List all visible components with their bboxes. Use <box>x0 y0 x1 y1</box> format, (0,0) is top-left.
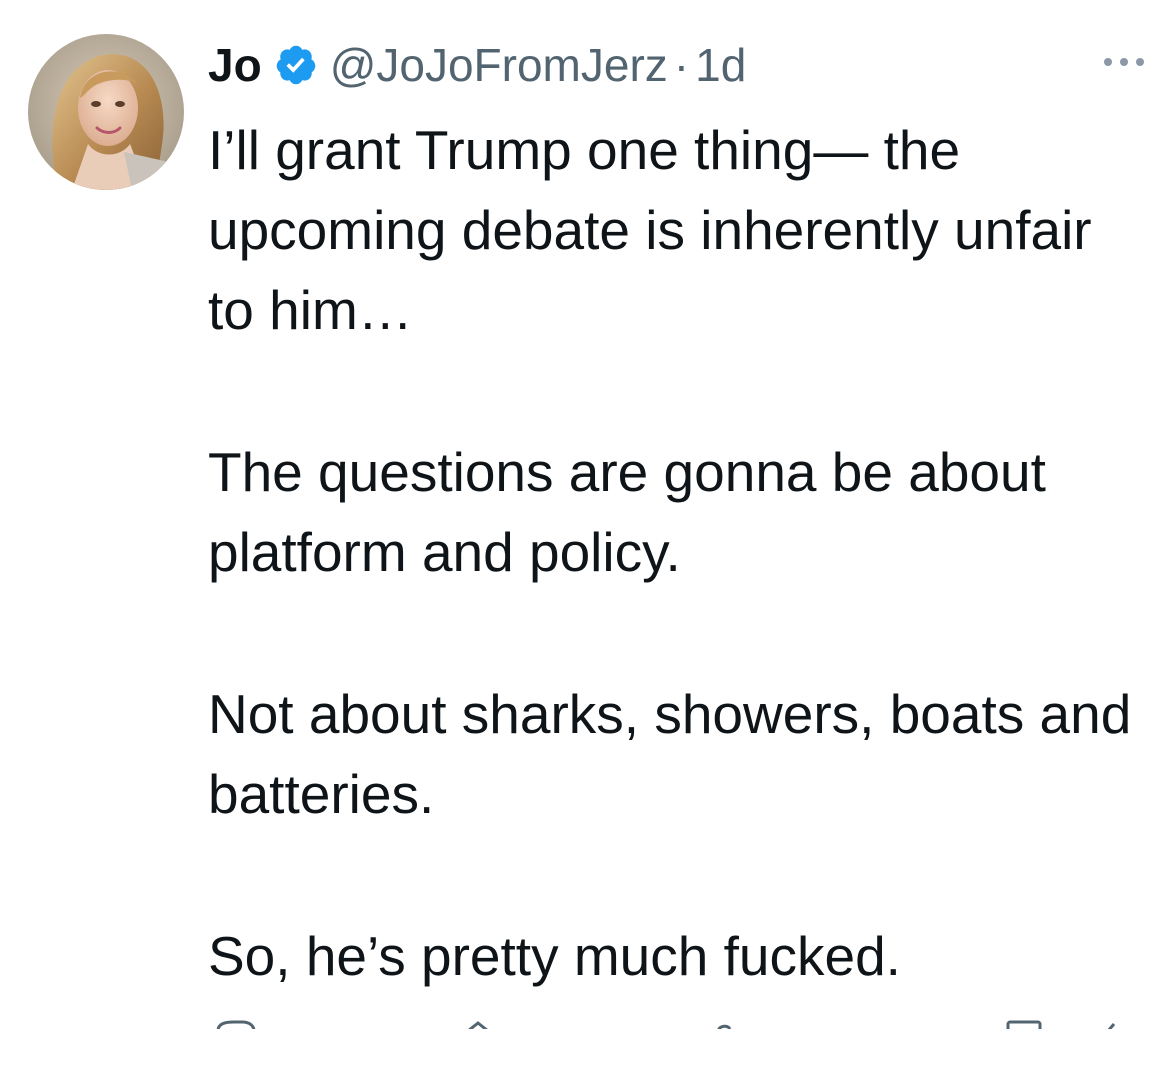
tweet-paragraph: Not about sharks, showers, boats and bat… <box>208 683 1132 825</box>
verified-badge-icon <box>274 43 318 87</box>
author-handle[interactable]: @JoJoFromJerz <box>330 38 668 92</box>
avatar[interactable] <box>28 34 184 190</box>
tweet-paragraph: So, he’s pretty much fucked. <box>208 925 901 987</box>
reply-icon <box>216 1020 256 1029</box>
tweet-actions-bar <box>208 1018 1138 1029</box>
tweet-paragraph: I’ll grant Trump one thing— the upcoming… <box>208 119 1092 341</box>
retweet-icon <box>468 1021 488 1029</box>
separator-dot: · <box>673 39 690 91</box>
tweet[interactable]: Jo @JoJoFromJerz · 1d I’ll grant Trump o… <box>0 0 1170 1029</box>
bookmark-icon <box>1006 1020 1042 1029</box>
display-name[interactable]: Jo <box>208 38 262 92</box>
timestamp[interactable]: 1d <box>695 38 746 92</box>
tweet-text: I’ll grant Trump one thing— the upcoming… <box>208 110 1138 1078</box>
share-icon <box>1107 1023 1116 1029</box>
tweet-header: Jo @JoJoFromJerz · 1d <box>208 34 746 96</box>
tweet-paragraph: The questions are gonna be about platfor… <box>208 441 1046 583</box>
profile-photo <box>28 34 184 190</box>
more-horizontal-icon[interactable] <box>1100 50 1152 74</box>
